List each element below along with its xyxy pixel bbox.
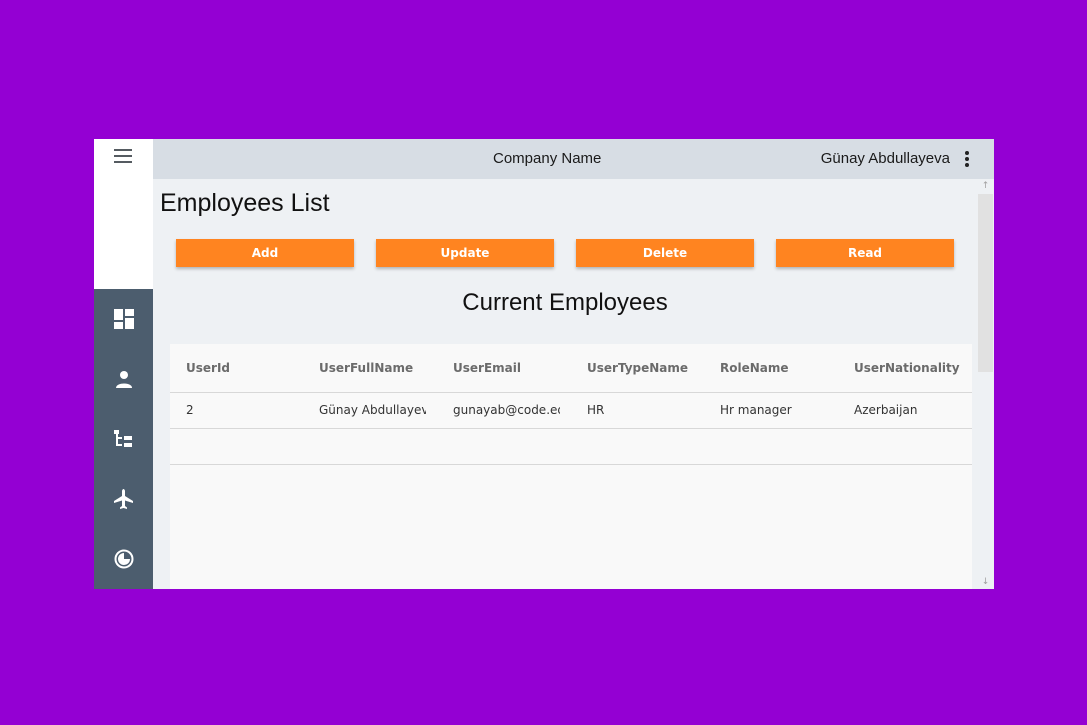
person-icon [115, 371, 132, 388]
employees-table: UserId UserFullName UserEmail UserTypeNa… [170, 344, 972, 589]
delete-button[interactable]: Delete [576, 239, 754, 267]
cell-rolename: Hr manager [720, 403, 792, 417]
dashboard-icon [113, 309, 134, 329]
sidebar-item-structure[interactable] [94, 409, 153, 469]
app-window: Company Name Günay Abdullayeva Employees… [94, 139, 994, 589]
sidebar-header [94, 139, 153, 289]
main-content: Employees List Add Update Delete Read Cu… [153, 179, 977, 589]
sidebar-nav [94, 289, 153, 589]
top-header: Company Name Günay Abdullayeva [153, 139, 994, 179]
org-chart-icon [113, 430, 132, 447]
column-header-usertypename[interactable]: UserTypeName [587, 344, 705, 392]
update-button[interactable]: Update [376, 239, 554, 267]
table-empty-row [170, 429, 972, 465]
page-title: Employees List [160, 189, 330, 217]
pie-icon [114, 549, 133, 569]
table-row[interactable]: 2 Günay Abdullayeva gunayab@code.ed HR H… [170, 393, 972, 429]
vertical-scrollbar[interactable]: ↑ ↓ [977, 179, 994, 589]
column-header-rolename[interactable]: RoleName [720, 344, 838, 392]
cell-usernationality: Azerbaijan [854, 403, 918, 417]
sidebar-item-reports[interactable] [94, 529, 153, 589]
add-button[interactable]: Add [176, 239, 354, 267]
column-header-usernationality[interactable]: UserNationality [854, 344, 972, 392]
company-name: Company Name [493, 150, 602, 167]
sidebar-item-dashboard[interactable] [94, 289, 153, 349]
sidebar-item-users[interactable] [94, 349, 153, 409]
column-header-useremail[interactable]: UserEmail [453, 344, 571, 392]
cell-userid: 2 [186, 403, 194, 417]
read-button[interactable]: Read [776, 239, 954, 267]
scroll-up-icon[interactable]: ↑ [977, 181, 994, 191]
section-title: Current Employees [462, 289, 668, 316]
airplane-icon [113, 489, 133, 509]
column-header-userid[interactable]: UserId [186, 344, 304, 392]
more-options-icon[interactable] [964, 151, 970, 169]
table-header: UserId UserFullName UserEmail UserTypeNa… [170, 344, 972, 393]
hamburger-menu-icon[interactable] [114, 149, 132, 163]
scrollbar-thumb[interactable] [978, 194, 993, 372]
scroll-down-icon[interactable]: ↓ [977, 577, 994, 587]
column-header-userfullname[interactable]: UserFullName [319, 344, 437, 392]
cell-userfullname: Günay Abdullayeva [319, 403, 426, 417]
sidebar-item-travel[interactable] [94, 469, 153, 529]
user-name[interactable]: Günay Abdullayeva [821, 139, 950, 179]
cell-useremail: gunayab@code.ed [453, 403, 560, 417]
cell-usertypename: HR [587, 403, 605, 417]
